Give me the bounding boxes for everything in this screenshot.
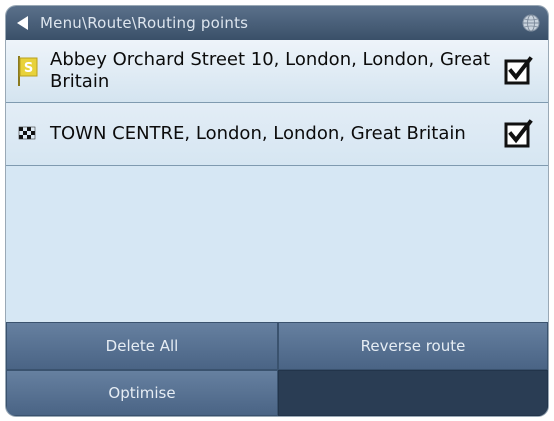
- action-buttons: Delete All Reverse route Optimise: [6, 322, 548, 416]
- empty-button-slot: [278, 370, 548, 416]
- routing-points-screen: Menu\Route\Routing points S Abbey Orchar…: [6, 6, 548, 416]
- reverse-route-button[interactable]: Reverse route: [278, 322, 548, 370]
- list-item[interactable]: TOWN CENTRE, London, London, Great Brita…: [6, 103, 548, 166]
- checkbox-checked-icon: [504, 119, 533, 148]
- page-title: Menu\Route\Routing points: [40, 14, 249, 32]
- checkered-flag-icon: [18, 126, 36, 140]
- back-button[interactable]: [6, 6, 40, 40]
- optimise-button[interactable]: Optimise: [6, 370, 278, 416]
- routing-points-list: S Abbey Orchard Street 10, London, Londo…: [6, 40, 548, 320]
- start-marker-label: S: [24, 61, 33, 76]
- back-arrow-icon: [17, 16, 28, 30]
- routing-point-label: Abbey Orchard Street 10, London, London,…: [50, 49, 491, 92]
- routing-point-checkbox[interactable]: [502, 118, 534, 150]
- delete-all-button[interactable]: Delete All: [6, 322, 278, 370]
- title-bar: Menu\Route\Routing points: [6, 6, 548, 40]
- list-item[interactable]: S Abbey Orchard Street 10, London, Londo…: [6, 40, 548, 103]
- routing-point-label: TOWN CENTRE, London, London, Great Brita…: [50, 123, 466, 144]
- routing-point-checkbox[interactable]: [502, 55, 534, 87]
- checkbox-checked-icon: [504, 56, 533, 85]
- globe-icon: [522, 14, 540, 32]
- start-flag-icon: S: [18, 56, 38, 86]
- globe-button[interactable]: [514, 6, 548, 40]
